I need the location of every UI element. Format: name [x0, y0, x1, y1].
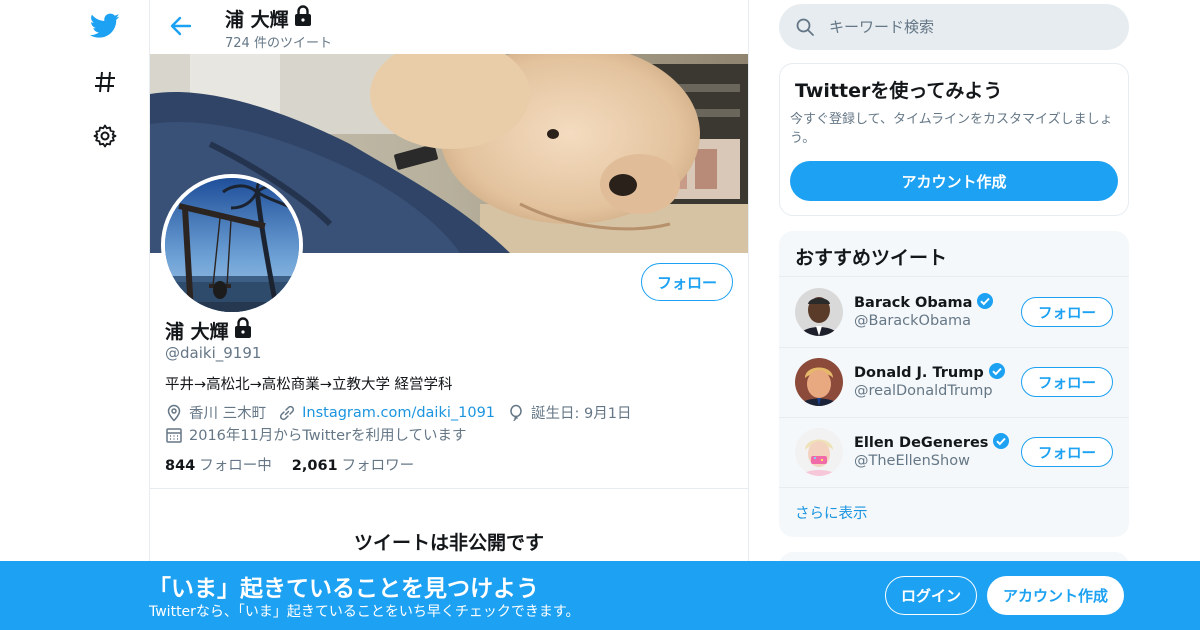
divider	[779, 487, 1129, 488]
calendar-icon	[165, 426, 183, 444]
back-arrow-icon[interactable]	[170, 14, 192, 38]
private-tweets-notice: ツイートは非公開です	[353, 532, 544, 554]
recommended-handle: @realDonaldTrump	[854, 383, 993, 399]
follow-button[interactable]: フォロー	[1021, 437, 1113, 467]
signup-card-description: 今すぐ登録して、タイムラインをカスタマイズしましょう。	[790, 112, 1113, 146]
hashtag-icon[interactable]	[90, 67, 120, 97]
profile-name-text: 浦 大輝	[165, 321, 229, 343]
recommended-user[interactable]: Ellen DeGeneres @TheEllenShow フォロー	[779, 417, 1129, 487]
recommended-name-text: Donald J. Trump	[854, 365, 984, 381]
verified-badge-icon	[992, 432, 1010, 454]
show-more-link[interactable]: さらに表示	[795, 502, 868, 523]
profile-name: 浦 大輝	[165, 317, 253, 344]
recommended-name-text: Ellen DeGeneres	[854, 435, 989, 451]
verified-badge-icon	[988, 362, 1006, 384]
login-button[interactable]: ログイン	[885, 576, 977, 615]
following-stat[interactable]: 844 フォロー中	[165, 454, 272, 475]
header-name-text: 浦 大輝	[225, 9, 289, 31]
search-box[interactable]	[779, 4, 1129, 50]
header-name: 浦 大輝	[225, 5, 313, 32]
signup-card-title: Twitterを使ってみよう	[795, 80, 1003, 102]
profile-handle: @daiki_9191	[165, 344, 262, 362]
following-label: フォロー中	[199, 458, 272, 474]
search-input[interactable]	[829, 18, 1109, 36]
profile-page: 浦 大輝 724 件のツイート フォロー 浦 大輝 @daiki_9191 平井…	[0, 0, 1200, 630]
bottom-signup-bar: 「いま」起きていることを見つけよう Twitterなら、「いま」起きていることを…	[0, 561, 1200, 630]
recommended-name-text: Barack Obama	[854, 295, 973, 311]
profile-header-bar: 浦 大輝 724 件のツイート	[150, 0, 748, 54]
recommended-handle: @BarackObama	[854, 313, 972, 329]
avatar[interactable]	[795, 358, 843, 406]
lock-icon	[293, 5, 313, 32]
balloon-icon	[507, 404, 525, 422]
profile-joined: 2016年11月からTwitterを利用しています	[189, 428, 467, 444]
following-count: 844	[165, 458, 196, 474]
followers-count: 2,061	[291, 458, 338, 474]
signup-button[interactable]: アカウント作成	[987, 576, 1124, 615]
profile-joined-row: 2016年11月からTwitterを利用しています	[165, 424, 467, 445]
recommended-handle: @TheEllenShow	[854, 453, 970, 469]
profile-avatar[interactable]	[161, 174, 303, 316]
follow-button[interactable]: フォロー	[1021, 367, 1113, 397]
avatar[interactable]	[795, 428, 843, 476]
recommended-user[interactable]: Donald J. Trump @realDonaldTrump フォロー	[779, 347, 1129, 417]
create-account-button[interactable]: アカウント作成	[790, 161, 1118, 201]
gear-icon[interactable]	[90, 121, 120, 151]
tweet-count: 724 件のツイート	[225, 36, 332, 51]
bottom-headline: 「いま」起きていることを見つけよう	[148, 576, 539, 602]
recommended-name: Barack Obama	[854, 292, 994, 314]
recommended-name: Donald J. Trump	[854, 362, 1006, 384]
recommended-name: Ellen DeGeneres	[854, 432, 1010, 454]
bottom-subtext: Twitterなら、「いま」起きていることをいち早くチェックできます。	[149, 604, 580, 620]
search-icon	[795, 17, 815, 37]
follow-button[interactable]: フォロー	[1021, 297, 1113, 327]
verified-badge-icon	[976, 292, 994, 314]
link-icon	[278, 404, 296, 422]
profile-birthday: 誕生日: 9月1日	[531, 406, 632, 422]
main-column: 浦 大輝 724 件のツイート フォロー 浦 大輝 @daiki_9191 平井…	[149, 0, 749, 630]
profile-bio: 平井→高松北→高松商業→立教大学 経営学科	[165, 377, 453, 393]
recommended-title: おすすめツイート	[795, 247, 948, 269]
divider	[150, 488, 748, 489]
profile-location: 香川 三木町	[189, 406, 267, 422]
followers-label: フォロワー	[341, 458, 415, 474]
followers-stat[interactable]: 2,061 フォロワー	[292, 454, 414, 475]
recommended-user[interactable]: Barack Obama @BarackObama フォロー	[779, 277, 1129, 347]
profile-meta-row: 香川 三木町 Instagram.com/daiki_1091 誕生日: 9月1…	[165, 402, 632, 423]
lock-icon	[233, 317, 253, 344]
profile-stats: 844 フォロー中 2,061 フォロワー	[165, 454, 414, 475]
avatar[interactable]	[795, 288, 843, 336]
profile-website-link[interactable]: Instagram.com/daiki_1091	[302, 405, 495, 421]
recommended-card: おすすめツイート Barack Obama @BarackObama フォロー …	[779, 231, 1129, 537]
location-icon	[165, 404, 183, 422]
follow-button[interactable]: フォロー	[641, 263, 733, 301]
twitter-bird-icon[interactable]	[90, 11, 120, 41]
signup-card: Twitterを使ってみよう 今すぐ登録して、タイムラインをカスタマイズしましょ…	[779, 63, 1129, 216]
